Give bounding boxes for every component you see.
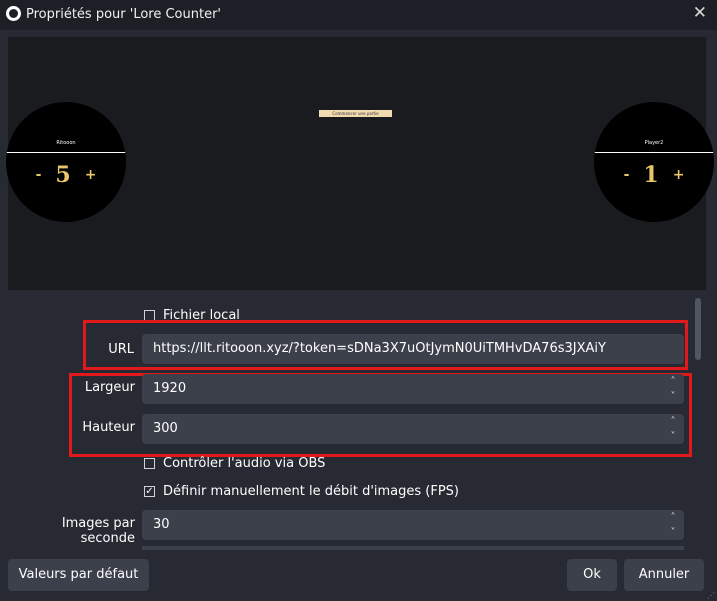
resize-grip-icon[interactable]: ⋰ (707, 591, 715, 600)
decrement-button: - (623, 167, 630, 183)
url-input[interactable]: https://llt.ritooon.xyz/?token=sDNa3X7uO… (142, 334, 684, 364)
window-title: Propriétés pour 'Lore Counter' (26, 7, 222, 22)
player-circle-left: Ritooon - 5 + (6, 102, 126, 222)
lore-value: 5 (55, 162, 71, 188)
decrement-button: - (35, 167, 42, 183)
lore-value: 1 (643, 162, 659, 188)
obs-logo-icon (6, 6, 21, 21)
browser-source-preview: Ritooon - 5 + Commencer une partie Playe… (6, 37, 714, 290)
increment-button: + (672, 167, 685, 183)
divider (6, 152, 126, 153)
player-name: Ritooon (56, 140, 76, 146)
width-value: 1920 (153, 381, 187, 396)
fps-value: 30 (153, 517, 170, 532)
increment-button: + (84, 167, 97, 183)
decrement-icon[interactable]: ˅ (662, 525, 684, 540)
scrollbar-thumb[interactable] (695, 298, 701, 360)
player-name: Player2 (644, 140, 664, 146)
next-field-partial (142, 546, 684, 550)
decrement-icon[interactable]: ˅ (662, 389, 684, 404)
audio-control-checkbox[interactable]: Contrôler l'audio via OBS (144, 456, 325, 471)
close-icon[interactable]: ✕ (693, 3, 707, 23)
fps-spinbox[interactable]: 30 ˄ ˅ (142, 510, 684, 540)
increment-icon[interactable]: ˄ (662, 374, 684, 389)
fps-label: Images par seconde (61, 516, 135, 546)
increment-icon[interactable]: ˄ (662, 414, 684, 429)
height-spinbox[interactable]: 300 ˄ ˅ (142, 414, 684, 444)
cancel-button[interactable]: Annuler (624, 559, 704, 591)
ok-button[interactable]: Ok (567, 559, 617, 591)
decrement-icon[interactable]: ˅ (662, 429, 684, 444)
url-label: URL (108, 342, 134, 357)
start-game-button: Commencer une partie (319, 110, 392, 117)
width-spinbox[interactable]: 1920 ˄ ˅ (142, 374, 684, 404)
width-label: Largeur (84, 380, 135, 395)
manual-fps-label: Définir manuellement le débit d'images (… (163, 484, 460, 499)
checkbox-box[interactable] (144, 458, 155, 469)
title-bar: Propriétés pour 'Lore Counter' ✕ (0, 0, 717, 30)
player-circle-right: Player2 - 1 + (594, 102, 714, 222)
height-value: 300 (153, 421, 178, 436)
divider (594, 152, 714, 153)
check-icon[interactable]: ✓ (144, 486, 155, 497)
audio-control-label: Contrôler l'audio via OBS (163, 456, 326, 471)
increment-icon[interactable]: ˄ (662, 510, 684, 525)
defaults-button[interactable]: Valeurs par défaut (8, 559, 149, 591)
manual-fps-checkbox[interactable]: ✓ Définir manuellement le débit d'images… (144, 484, 459, 499)
height-label: Hauteur (82, 420, 135, 435)
